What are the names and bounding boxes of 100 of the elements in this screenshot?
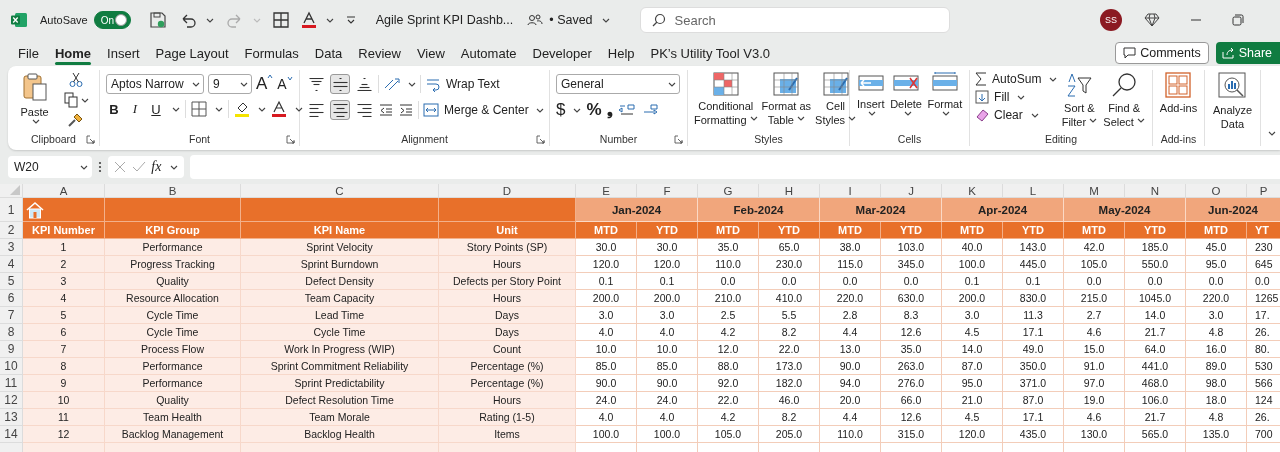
font-color-icon[interactable] xyxy=(271,100,287,118)
wrap-text-button[interactable]: Wrap Text xyxy=(425,76,500,92)
dialog-launcher-icon[interactable] xyxy=(536,135,545,144)
delete-cells-button[interactable]: Delete xyxy=(888,70,924,118)
row-header[interactable]: 3 xyxy=(0,239,23,256)
column-header[interactable]: F xyxy=(637,184,698,198)
ribbon-tab[interactable]: PK’s Utility Tool V3.0 xyxy=(642,41,778,65)
borders-icon[interactable] xyxy=(191,101,207,117)
bold-button[interactable]: B xyxy=(106,101,122,117)
middle-align-button[interactable] xyxy=(330,74,350,94)
analyze-data-button[interactable]: Analyze Data xyxy=(1210,70,1255,133)
autosave-toggle[interactable]: On xyxy=(93,11,131,29)
column-header[interactable]: G xyxy=(698,184,759,198)
ribbon-tab[interactable]: View xyxy=(408,41,453,65)
ribbon-tab[interactable]: Automate xyxy=(452,41,525,65)
conditional-button[interactable]: Conditional Formatting xyxy=(692,70,760,129)
add-ins-button[interactable]: Add-ins xyxy=(1157,70,1200,117)
percent-format-button[interactable]: % xyxy=(586,100,602,120)
column-header[interactable]: L xyxy=(1003,184,1064,198)
insert-function-button[interactable]: fx xyxy=(151,159,162,175)
column-header[interactable]: E xyxy=(576,184,637,198)
more-options-icon[interactable] xyxy=(98,161,102,173)
row-header[interactable]: 7 xyxy=(0,307,23,324)
increase-indent-icon[interactable] xyxy=(398,102,414,118)
autosum-button[interactable]: AutoSum xyxy=(975,72,1058,86)
ribbon-tab[interactable]: Home xyxy=(46,41,100,65)
row-header[interactable]: 6 xyxy=(0,290,23,307)
currency-format-button[interactable]: $ xyxy=(556,100,566,120)
number-format-dropdown[interactable]: General xyxy=(556,74,680,94)
column-header[interactable]: C xyxy=(241,184,439,198)
diamond-icon[interactable] xyxy=(1144,13,1160,27)
ribbon-tab[interactable]: Help xyxy=(599,41,643,65)
user-avatar[interactable]: SS xyxy=(1100,9,1122,31)
ribbon-tab[interactable]: Review xyxy=(350,41,409,65)
table-button[interactable]: Format as Table xyxy=(759,70,814,129)
ribbon-tab[interactable]: Page Layout xyxy=(147,41,237,65)
text-orientation-icon[interactable] xyxy=(383,76,401,92)
underline-button[interactable]: U xyxy=(148,101,164,117)
row-header[interactable]: 12 xyxy=(0,392,23,409)
column-header[interactable]: N xyxy=(1125,184,1186,198)
ribbon-tab[interactable]: Insert xyxy=(99,41,148,65)
row-header[interactable]: 4 xyxy=(0,256,23,273)
format-cells-button[interactable]: Format xyxy=(925,70,965,118)
column-header[interactable]: M xyxy=(1064,184,1125,198)
ribbon-tab[interactable]: Formulas xyxy=(236,41,307,65)
ribbon-tab[interactable]: Developer xyxy=(524,41,600,65)
column-header[interactable]: A xyxy=(23,184,105,198)
row-header[interactable]: 2 xyxy=(0,222,23,239)
column-header[interactable]: H xyxy=(759,184,820,198)
format-painter-icon[interactable] xyxy=(68,112,84,128)
merge-center-button[interactable]: Merge & Center xyxy=(423,103,529,117)
ribbon-tab[interactable]: Data xyxy=(306,41,351,65)
dialog-launcher-icon[interactable] xyxy=(286,135,295,144)
save-icon[interactable] xyxy=(148,11,167,29)
column-header[interactable]: B xyxy=(105,184,241,198)
row-header[interactable]: 14 xyxy=(0,426,23,443)
font-color-icon[interactable] xyxy=(300,11,317,29)
insert-cells-button[interactable]: Insert xyxy=(854,70,887,118)
people-icon[interactable] xyxy=(527,13,544,27)
grow-font-button[interactable]: A xyxy=(256,74,274,94)
paste-button[interactable]: Paste xyxy=(18,70,51,126)
row-header[interactable]: 13 xyxy=(0,409,23,426)
save-status[interactable]: • Saved xyxy=(549,13,593,27)
customize-toolbar-icon[interactable] xyxy=(345,15,356,25)
column-header[interactable]: K xyxy=(942,184,1003,198)
document-title[interactable]: Agile Sprint KPI Dashb... xyxy=(375,13,514,27)
column-header[interactable]: J xyxy=(881,184,942,198)
home-icon[interactable] xyxy=(25,200,45,219)
borders-icon[interactable] xyxy=(272,12,289,28)
sort-filter-button[interactable]: Sort & Filter xyxy=(1059,70,1100,131)
row-header[interactable]: 9 xyxy=(0,341,23,358)
increase-decimal-icon[interactable] xyxy=(617,102,636,118)
comments-button[interactable]: Comments xyxy=(1115,42,1209,64)
dialog-launcher-icon[interactable] xyxy=(674,135,683,144)
column-header[interactable]: I xyxy=(820,184,881,198)
row-header[interactable]: 1 xyxy=(0,198,23,222)
font-name-dropdown[interactable]: Aptos Narrow xyxy=(106,74,204,94)
italic-button[interactable]: I xyxy=(127,101,143,117)
center-align-button[interactable] xyxy=(330,100,350,120)
copy-icon[interactable] xyxy=(63,92,78,108)
cut-icon[interactable] xyxy=(69,72,83,88)
row-header[interactable]: 5 xyxy=(0,273,23,290)
row-header[interactable]: 10 xyxy=(0,358,23,375)
find-select-button[interactable]: Find & Select xyxy=(1101,70,1147,131)
comma-format-button[interactable]: ❟ xyxy=(606,101,613,119)
check-icon[interactable] xyxy=(131,161,146,173)
fill-color-icon[interactable] xyxy=(234,100,250,118)
column-header[interactable]: O xyxy=(1186,184,1247,198)
dialog-launcher-icon[interactable] xyxy=(86,135,95,144)
restore-icon[interactable] xyxy=(1232,14,1244,26)
clear-button[interactable]: Clear xyxy=(975,108,1039,122)
row-header[interactable]: 11 xyxy=(0,375,23,392)
ribbon-tab[interactable]: File xyxy=(10,41,47,65)
share-button[interactable]: Share xyxy=(1215,42,1280,64)
font-size-dropdown[interactable]: 9 xyxy=(208,74,252,94)
row-header[interactable]: 8 xyxy=(0,324,23,341)
name-box[interactable]: W20 xyxy=(8,156,92,178)
fill-button[interactable]: Fill xyxy=(975,90,1026,104)
search-field[interactable]: Search xyxy=(639,7,950,33)
decrease-indent-icon[interactable] xyxy=(378,102,394,118)
